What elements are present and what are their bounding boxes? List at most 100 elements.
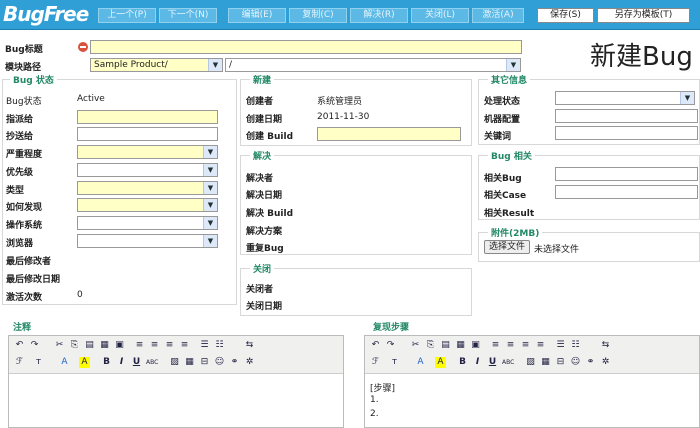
underline-icon[interactable]: U [487,357,498,368]
ordered-list-icon[interactable]: ☰ [555,340,566,351]
paste-text-icon[interactable]: ▦ [99,340,110,351]
machine-config-label: 机器配置 [484,115,521,125]
redo-icon[interactable]: ↷ [29,340,40,351]
font-color-icon[interactable]: A [59,357,70,368]
assigned-to-input[interactable] [77,110,218,124]
highlight-icon[interactable]: A [79,357,90,368]
paste-text-icon[interactable]: ▦ [455,340,466,351]
activation-count-value: 0 [77,290,83,300]
link-icon[interactable]: ⚭ [585,357,596,368]
hr-icon[interactable]: ⊟ [199,357,210,368]
source-icon[interactable]: ⇆ [244,340,255,351]
browser-select[interactable]: ▼ [77,234,218,248]
emoticon-icon[interactable]: ☺ [214,357,225,368]
resolve-button[interactable]: 解决(R) [350,8,408,23]
prev-button[interactable]: 上一个(P) [98,8,156,23]
copy-icon[interactable]: ⎘ [69,340,80,351]
font-size-icon[interactable]: т [389,357,400,368]
chevron-down-icon: ▼ [203,182,217,194]
copy-icon[interactable]: ⎘ [425,340,436,351]
cc-input[interactable] [77,127,218,141]
product-select-value: Sample Product/ [94,60,168,70]
redo-icon[interactable]: ↷ [385,340,396,351]
undo-icon[interactable]: ↶ [14,340,25,351]
copy-button[interactable]: 复制(C) [289,8,347,23]
priority-select[interactable]: ▼ [77,163,218,177]
severity-select[interactable]: ▼ [77,145,218,159]
product-select[interactable]: Sample Product/ ▼ [90,58,223,72]
type-select[interactable]: ▼ [77,181,218,195]
strikethrough-icon[interactable]: ABC [502,357,514,368]
closed-title: 关闭 [250,262,275,275]
paste-icon[interactable]: ▤ [440,340,451,351]
align-left-icon[interactable]: ≡ [134,340,145,351]
activate-button[interactable]: 激活(A) [472,8,524,23]
image-icon[interactable]: ▨ [169,357,180,368]
align-center-icon[interactable]: ≡ [149,340,160,351]
edit-button[interactable]: 编辑(E) [228,8,286,23]
cut-icon[interactable]: ✂ [54,340,65,351]
paste-word-icon[interactable]: ▣ [470,340,481,351]
align-right-icon[interactable]: ≡ [164,340,175,351]
emoticon-icon[interactable]: ☺ [570,357,581,368]
align-center-icon[interactable]: ≡ [505,340,516,351]
unordered-list-icon[interactable]: ☷ [214,340,225,351]
close-button[interactable]: 关闭(L) [411,8,469,23]
source-icon[interactable]: ⇆ [600,340,611,351]
paste-word-icon[interactable]: ▣ [114,340,125,351]
os-select[interactable]: ▼ [77,216,218,230]
highlight-icon[interactable]: A [435,357,446,368]
required-icon [78,42,88,52]
strikethrough-icon[interactable]: ABC [146,357,158,368]
unlink-icon[interactable]: ✲ [244,357,255,368]
keywords-input[interactable] [555,126,698,140]
create-build-input[interactable] [317,127,461,141]
related-case-input[interactable] [555,185,698,199]
how-found-select[interactable]: ▼ [77,198,218,212]
save-as-template-button[interactable]: 另存为模板(T) [597,8,690,23]
font-color-icon[interactable]: A [415,357,426,368]
creator-label: 创建者 [246,97,274,107]
link-icon[interactable]: ⚭ [229,357,240,368]
resolve-build-label: 解决 Build [246,209,294,219]
bug-title-input[interactable] [90,40,522,54]
how-found-label: 如何发现 [6,203,43,213]
ordered-list-icon[interactable]: ☰ [199,340,210,351]
image-icon[interactable]: ▨ [525,357,536,368]
process-status-select[interactable]: ▼ [555,91,695,105]
justify-icon[interactable]: ≡ [179,340,190,351]
unordered-list-icon[interactable]: ☷ [570,340,581,351]
table-icon[interactable]: ▦ [540,357,551,368]
italic-icon[interactable]: I [472,357,483,368]
italic-icon[interactable]: I [116,357,127,368]
underline-icon[interactable]: U [131,357,142,368]
hr-icon[interactable]: ⊟ [555,357,566,368]
undo-icon[interactable]: ↶ [370,340,381,351]
next-button[interactable]: 下一个(N) [159,8,217,23]
creator-value: 系统管理员 [317,97,363,107]
justify-icon[interactable]: ≡ [535,340,546,351]
font-family-icon[interactable]: ℱ [370,357,381,368]
chevron-down-icon: ▼ [203,217,217,229]
no-file-text: 未选择文件 [534,245,580,255]
bold-icon[interactable]: B [457,357,468,368]
table-icon[interactable]: ▦ [184,357,195,368]
cut-icon[interactable]: ✂ [410,340,421,351]
align-left-icon[interactable]: ≡ [490,340,501,351]
choose-file-button[interactable]: 选择文件 [484,240,530,254]
related-bug-input[interactable] [555,167,698,181]
font-family-icon[interactable]: ℱ [14,357,25,368]
machine-config-input[interactable] [555,109,698,123]
bold-icon[interactable]: B [101,357,112,368]
save-button[interactable]: 保存(S) [537,8,594,23]
align-right-icon[interactable]: ≡ [520,340,531,351]
module-select[interactable]: / ▼ [225,58,521,72]
font-size-icon[interactable]: т [33,357,44,368]
repro-step-line: 2. [370,409,379,419]
notes-editor[interactable]: ↶ ↷ ✂ ⎘ ▤ ▦ ▣ ≡ ≡ ≡ ≡ ☰ ☷ ⇆ ℱ т A A B I … [8,335,344,428]
create-date-value: 2011-11-30 [317,112,370,122]
paste-icon[interactable]: ▤ [84,340,95,351]
unlink-icon[interactable]: ✲ [600,357,611,368]
repro-steps-editor[interactable]: ↶ ↷ ✂ ⎘ ▤ ▦ ▣ ≡ ≡ ≡ ≡ ☰ ☷ ⇆ ℱ т A A B I … [364,335,700,428]
other-info-title: 其它信息 [488,73,531,86]
